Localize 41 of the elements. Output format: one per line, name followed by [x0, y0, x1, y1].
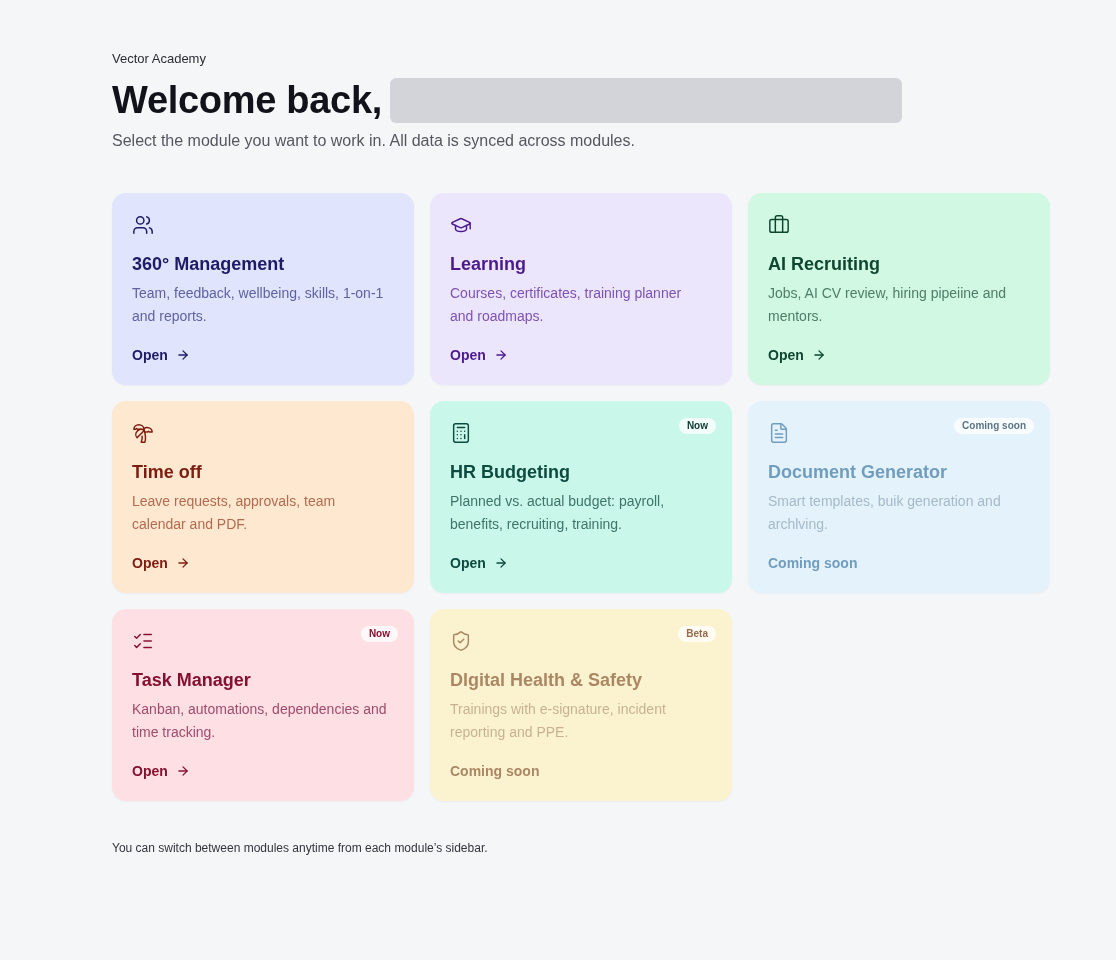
module-description: Trainings with e-signature, incident reporting and PPE.: [450, 700, 667, 742]
module-title: Time off: [132, 461, 202, 484]
open-link[interactable]: Open: [132, 553, 190, 573]
coming-soon-label: Coming soon: [768, 554, 858, 573]
module-title: Task Manager: [132, 669, 251, 692]
module-description: Planned vs. actual budget: payroll, benefits, recruiting, training.: [450, 492, 666, 534]
module-description: Kanban, automations, dependencies and time tracking.: [132, 700, 388, 742]
module-description: Courses, certificates, training planner and roadmaps.: [450, 284, 683, 326]
status-badge: Now: [678, 418, 716, 434]
brand-name: Vector Academy: [112, 50, 206, 68]
welcome-heading: Welcome back,: [112, 78, 382, 123]
status-badge: Coming soon: [954, 418, 1034, 434]
open-link[interactable]: Open: [768, 345, 826, 365]
module-title: Document Generator: [768, 461, 948, 484]
module-description: Leave requests, approvals, team calendar and PDF.: [132, 492, 337, 534]
module-description: Team, feedback, wellbeing, skills, 1-on-1 and reports.: [132, 284, 385, 326]
briefcase-icon: [768, 214, 790, 236]
users-icon: [132, 214, 154, 236]
palm-tree-icon: [132, 422, 154, 444]
document-icon: [768, 422, 790, 444]
module-description: Jobs, AI CV review, hiring pipeiine and mentors.: [768, 284, 1008, 326]
module-title: AI Recruiting: [768, 253, 880, 276]
page-subtitle: Select the module you want to work in. All data is synced across modules.: [112, 131, 635, 151]
status-badge: Beta: [678, 626, 716, 642]
module-title: 360° Management: [132, 253, 285, 276]
open-link[interactable]: Open: [450, 345, 508, 365]
footer-note: You can switch between modules anytime from each module’s sidebar.: [112, 841, 488, 855]
open-link[interactable]: Open: [132, 761, 190, 781]
arrow-right-icon: [175, 348, 190, 362]
shield-check-icon: [450, 630, 472, 652]
status-badge: Now: [360, 626, 398, 642]
module-title: Learning: [450, 253, 526, 276]
module-title: Dlgital Health & Safety: [450, 669, 643, 692]
coming-soon-label: Coming soon: [450, 762, 540, 781]
calculator-icon: [450, 422, 472, 444]
open-link[interactable]: Open: [450, 553, 508, 573]
module-title: HR Budgeting: [450, 461, 570, 484]
arrow-right-icon: [811, 348, 826, 362]
arrow-right-icon: [493, 348, 508, 362]
module-description: Smart templates, buik generation and archlving.: [768, 492, 1002, 534]
open-link[interactable]: Open: [132, 345, 190, 365]
